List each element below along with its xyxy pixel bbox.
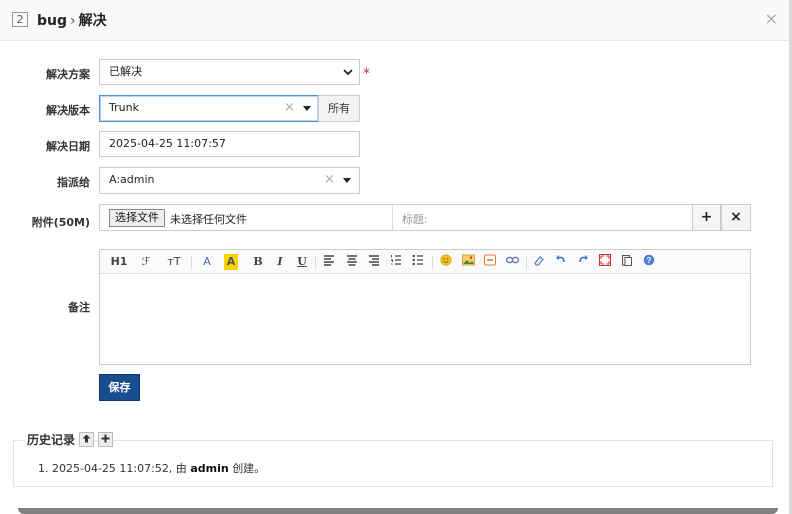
align-left-icon[interactable] — [322, 254, 336, 270]
editor-toolbar: H1 ℱ тT A A B I U ? — [100, 250, 750, 274]
modal-bottom-edge — [18, 508, 778, 514]
no-file-text: 未选择任何文件 — [170, 213, 247, 226]
divider — [432, 255, 433, 269]
divider — [392, 205, 393, 230]
caret-down-icon — [303, 106, 311, 111]
date-value: 2025-04-25 11:07:57 — [109, 137, 226, 150]
resolution-select[interactable]: 已解决 — [99, 59, 360, 85]
history-item: 1. 2025-04-25 11:07:52, 由 admin 创建。 — [38, 460, 265, 476]
add-file-button[interactable]: + — [692, 204, 721, 231]
heading-button[interactable]: H1 — [108, 254, 130, 270]
build-select[interactable]: Trunk × — [99, 95, 319, 122]
plus-icon[interactable] — [98, 432, 113, 447]
resolution-value: 已解决 — [109, 65, 142, 78]
file-title-input[interactable]: 标题: — [402, 211, 428, 227]
divider — [315, 255, 316, 269]
align-right-icon[interactable] — [367, 254, 381, 270]
required-mark: * — [363, 66, 370, 82]
save-button[interactable]: 保存 — [99, 374, 140, 401]
align-center-icon[interactable] — [345, 254, 359, 270]
bug-id-badge: 2 — [12, 12, 28, 27]
files-label: 附件(50M) — [31, 216, 90, 229]
all-builds-button[interactable]: 所有 — [318, 95, 360, 122]
link-icon[interactable] — [505, 254, 519, 270]
image-icon[interactable] — [461, 254, 475, 270]
undo-icon[interactable] — [554, 254, 568, 270]
chevron-down-icon — [343, 60, 353, 94]
history-item-user: admin — [190, 462, 229, 475]
divider — [191, 255, 192, 269]
history-title: 历史记录 — [23, 431, 80, 449]
date-label: 解决日期 — [46, 140, 90, 153]
history-item-prefix: 1. 2025-04-25 11:07:52, 由 — [38, 462, 187, 475]
eraser-icon[interactable] — [532, 254, 546, 270]
resolve-bug-modal: 2 bug › 解决 × 解决方案 已解决 * 解决版本 Trunk × 所有 解决… — [0, 0, 792, 514]
action-name: 解决 — [78, 13, 107, 29]
arrow-up-icon[interactable] — [79, 432, 94, 447]
font-color-button[interactable]: A — [199, 254, 215, 270]
file-upload-row: 选择文件 未选择任何文件 标题: — [99, 204, 693, 231]
breadcrumb-separator: › — [70, 13, 76, 29]
help-icon[interactable]: ? — [642, 254, 656, 270]
fullscreen-icon[interactable] — [598, 254, 612, 270]
ordered-list-icon[interactable] — [389, 254, 403, 270]
divider — [526, 255, 527, 269]
close-icon[interactable]: × — [765, 9, 778, 28]
resolution-label: 解决方案 — [46, 68, 90, 81]
font-family-button[interactable]: ℱ — [137, 254, 155, 270]
assign-select[interactable]: A:admin × — [99, 167, 360, 194]
modal-header: 2 bug › 解决 × — [0, 0, 792, 41]
font-size-button[interactable]: тT — [164, 254, 184, 270]
paste-icon[interactable] — [620, 254, 634, 270]
underline-button[interactable]: U — [295, 254, 309, 270]
clear-icon[interactable]: × — [324, 168, 335, 192]
highlight-color-button[interactable]: A — [224, 254, 238, 270]
module-name: bug — [37, 13, 68, 29]
emoji-icon[interactable] — [439, 254, 453, 270]
choose-file-button[interactable]: 选择文件 — [109, 209, 165, 227]
comment-editor[interactable]: H1 ℱ тT A A B I U ? — [99, 249, 751, 365]
comment-label: 备注 — [68, 301, 90, 314]
date-input[interactable]: 2025-04-25 11:07:57 — [99, 131, 360, 157]
bullet-list-icon[interactable] — [411, 254, 425, 270]
remove-file-button[interactable]: × — [721, 204, 751, 231]
italic-button[interactable]: I — [273, 254, 287, 270]
svg-text:?: ? — [647, 256, 652, 265]
clear-icon[interactable]: × — [284, 96, 295, 120]
redo-icon[interactable] — [576, 254, 590, 270]
build-value: Trunk — [109, 101, 139, 114]
history-item-suffix: 创建。 — [232, 462, 266, 475]
modal-title: bug › 解决 — [37, 10, 107, 30]
flash-icon[interactable] — [483, 254, 497, 270]
assign-label: 指派给 — [57, 176, 90, 189]
caret-down-icon — [343, 178, 351, 183]
build-label: 解决版本 — [46, 104, 90, 117]
bold-button[interactable]: B — [251, 254, 265, 270]
assign-value: A:admin — [109, 173, 155, 186]
